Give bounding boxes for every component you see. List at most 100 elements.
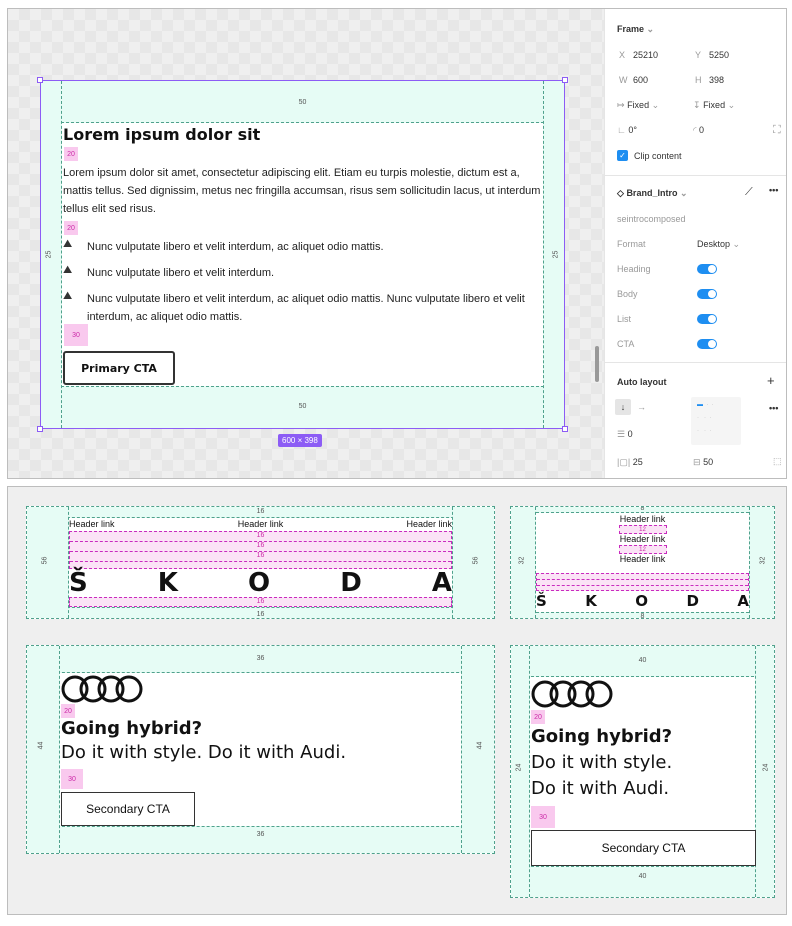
header-link[interactable]: Header link <box>536 534 749 545</box>
audi-intro-narrow[interactable]: 40 40 24 24 20 Going hybrid? Do it with … <box>510 645 775 898</box>
resize-handle[interactable] <box>562 426 568 432</box>
spacing-top-label: 16 <box>256 508 265 515</box>
audi-heading: Going hybrid? <box>531 726 673 747</box>
h-label: H <box>695 75 702 85</box>
alignment-grid[interactable]: ▬ · · · · · · · · <box>691 397 741 445</box>
spacing-left-label: 24 <box>515 763 523 772</box>
vertical-padding-field[interactable]: ⊟ 50 <box>693 457 713 468</box>
skoda-header-narrow[interactable]: 8 8 32 32 Header link 12 Header link 12 … <box>510 506 775 619</box>
spacing-top-label: 50 <box>298 99 307 106</box>
gap-logo: 20 <box>61 704 75 718</box>
more-icon[interactable]: ••• <box>769 403 778 413</box>
spacing-top-label: 36 <box>256 655 265 662</box>
padding-options-icon[interactable]: ⬚ <box>773 456 782 467</box>
height-mode-dropdown[interactable]: ↧ Fixed ⌄ <box>693 100 735 111</box>
chevron-down-icon: ⌄ <box>651 100 660 110</box>
clip-content-checkbox[interactable]: ✓ Clip content <box>617 150 682 161</box>
audi-subheading: Do it with style. Do it with Audi. <box>61 742 347 763</box>
audi-heading: Going hybrid? <box>61 718 203 739</box>
header-link[interactable]: Header link <box>69 519 115 529</box>
gap-heading: 20 <box>64 147 78 161</box>
spacing-right-label: 32 <box>759 556 767 565</box>
list-toggle[interactable] <box>697 314 717 324</box>
alignment-icon: ▬ <box>697 402 703 408</box>
header-link[interactable]: Header link <box>536 554 749 565</box>
add-icon[interactable]: + <box>767 373 775 388</box>
audi-subheading: Do it with Audi. <box>531 778 670 799</box>
spacing-bottom-label: 36 <box>256 831 265 838</box>
list-item-text: Nunc vulputate libero et velit interdum,… <box>87 241 384 253</box>
independent-corners-icon[interactable]: ⛶ <box>773 124 781 137</box>
skoda-logo: ŠKODA <box>69 568 452 598</box>
audi-logo <box>61 675 143 703</box>
spacing-right-label: 25 <box>552 250 560 259</box>
frame-dropdown[interactable]: Frame ⌄ <box>617 24 654 35</box>
spacing-left-label: 44 <box>37 741 45 750</box>
gap-stack <box>536 573 749 591</box>
skoda-header-wide[interactable]: 16 16 56 56 Header link Header link Head… <box>26 506 495 619</box>
toggle-label: Body <box>617 289 638 299</box>
auto-layout-label: Auto layout <box>617 377 667 387</box>
gap-field[interactable]: ☰ 0 <box>617 429 633 440</box>
header-link[interactable]: Header link <box>406 519 452 529</box>
intro-list: ⛰ Nunc vulputate libero et velit interdu… <box>63 238 544 326</box>
format-dropdown[interactable]: Desktop ⌄ <box>697 239 740 250</box>
direction-vertical-icon[interactable]: ↓ <box>615 399 631 415</box>
secondary-cta-button[interactable]: Secondary CTA <box>61 792 195 826</box>
chevron-down-icon: ⌄ <box>732 239 741 249</box>
chevron-down-icon: ⌄ <box>646 24 655 34</box>
gap-text: 30 <box>531 806 555 828</box>
editor-canvas[interactable]: 50 50 25 25 Lorem ipsum dolor sit 20 Lor… <box>7 8 787 479</box>
edit-component-icon[interactable]: ⟋ <box>745 186 753 199</box>
body-toggle[interactable] <box>697 289 717 299</box>
resize-handle[interactable] <box>37 426 43 432</box>
secondary-cta-button[interactable]: Secondary CTA <box>531 830 756 866</box>
corner-radius-icon: ◜ <box>693 125 697 135</box>
component-dropdown[interactable]: ◇ Brand_Intro ⌄ <box>617 188 688 199</box>
intro-body: Lorem ipsum dolor sit amet, consectetur … <box>63 167 541 215</box>
audi-intro-wide[interactable]: 36 36 44 44 20 Going hybrid? Do it with … <box>26 645 495 854</box>
spacing-bottom-label: 16 <box>256 611 265 618</box>
gap-link: 12 <box>618 525 667 534</box>
x-field[interactable]: 25210 <box>633 50 658 60</box>
chevron-down-icon: ⌄ <box>679 188 688 198</box>
resize-handle[interactable] <box>37 77 43 83</box>
scrollbar[interactable] <box>595 346 599 382</box>
gap-list: 30 <box>64 324 88 346</box>
y-field[interactable]: 5250 <box>709 50 729 60</box>
image-icon: ⛰ <box>63 238 73 250</box>
check-icon: ✓ <box>617 150 628 161</box>
spacing-top-label: 40 <box>638 657 647 664</box>
more-icon[interactable]: ••• <box>769 185 778 195</box>
y-label: Y <box>695 50 702 60</box>
h-field[interactable]: 398 <box>709 75 724 85</box>
image-icon: ⛰ <box>63 290 73 302</box>
list-item-text: Nunc vulputate libero et velit interdum,… <box>87 293 525 323</box>
chevron-down-icon: ⌄ <box>727 100 736 110</box>
spacing-right-label: 44 <box>476 741 484 750</box>
header-link[interactable]: Header link <box>238 519 284 529</box>
radius-field[interactable]: ◜ 0 <box>693 125 704 136</box>
vertical-padding-icon: ⊟ <box>693 457 701 467</box>
width-mode-dropdown[interactable]: ↦ Fixed ⌄ <box>617 100 659 111</box>
resize-handle[interactable] <box>562 77 568 83</box>
w-field[interactable]: 600 <box>633 75 648 85</box>
gap-link: 12 <box>618 545 667 554</box>
direction-horizontal-icon[interactable]: → <box>637 402 646 412</box>
horizontal-resize-icon: ↦ <box>617 100 625 110</box>
w-label: W <box>619 75 628 85</box>
header-link[interactable]: Header link <box>536 514 749 525</box>
horizontal-padding-field[interactable]: |▢| 25 <box>617 457 643 468</box>
primary-cta-button[interactable]: Primary CTA <box>63 351 175 385</box>
list-item: ⛰ Nunc vulputate libero et velit interdu… <box>63 238 544 264</box>
spacing-icon: ☰ <box>617 429 626 439</box>
heading-toggle[interactable] <box>697 264 717 274</box>
gap-bottom: 16 <box>69 597 452 607</box>
brand-intro-frame[interactable]: 50 50 25 25 Lorem ipsum dolor sit 20 Lor… <box>40 80 565 429</box>
list-item-text: Nunc vulputate libero et velit interdum. <box>87 267 275 279</box>
rotation-field[interactable]: ∟ 0° <box>617 125 637 135</box>
cta-toggle[interactable] <box>697 339 717 349</box>
properties-panel: Frame ⌄ X 25210 Y 5250 W 600 H 398 ↦ Fix… <box>604 9 786 478</box>
audi-logo <box>531 680 613 708</box>
toggle-label: CTA <box>617 339 635 349</box>
